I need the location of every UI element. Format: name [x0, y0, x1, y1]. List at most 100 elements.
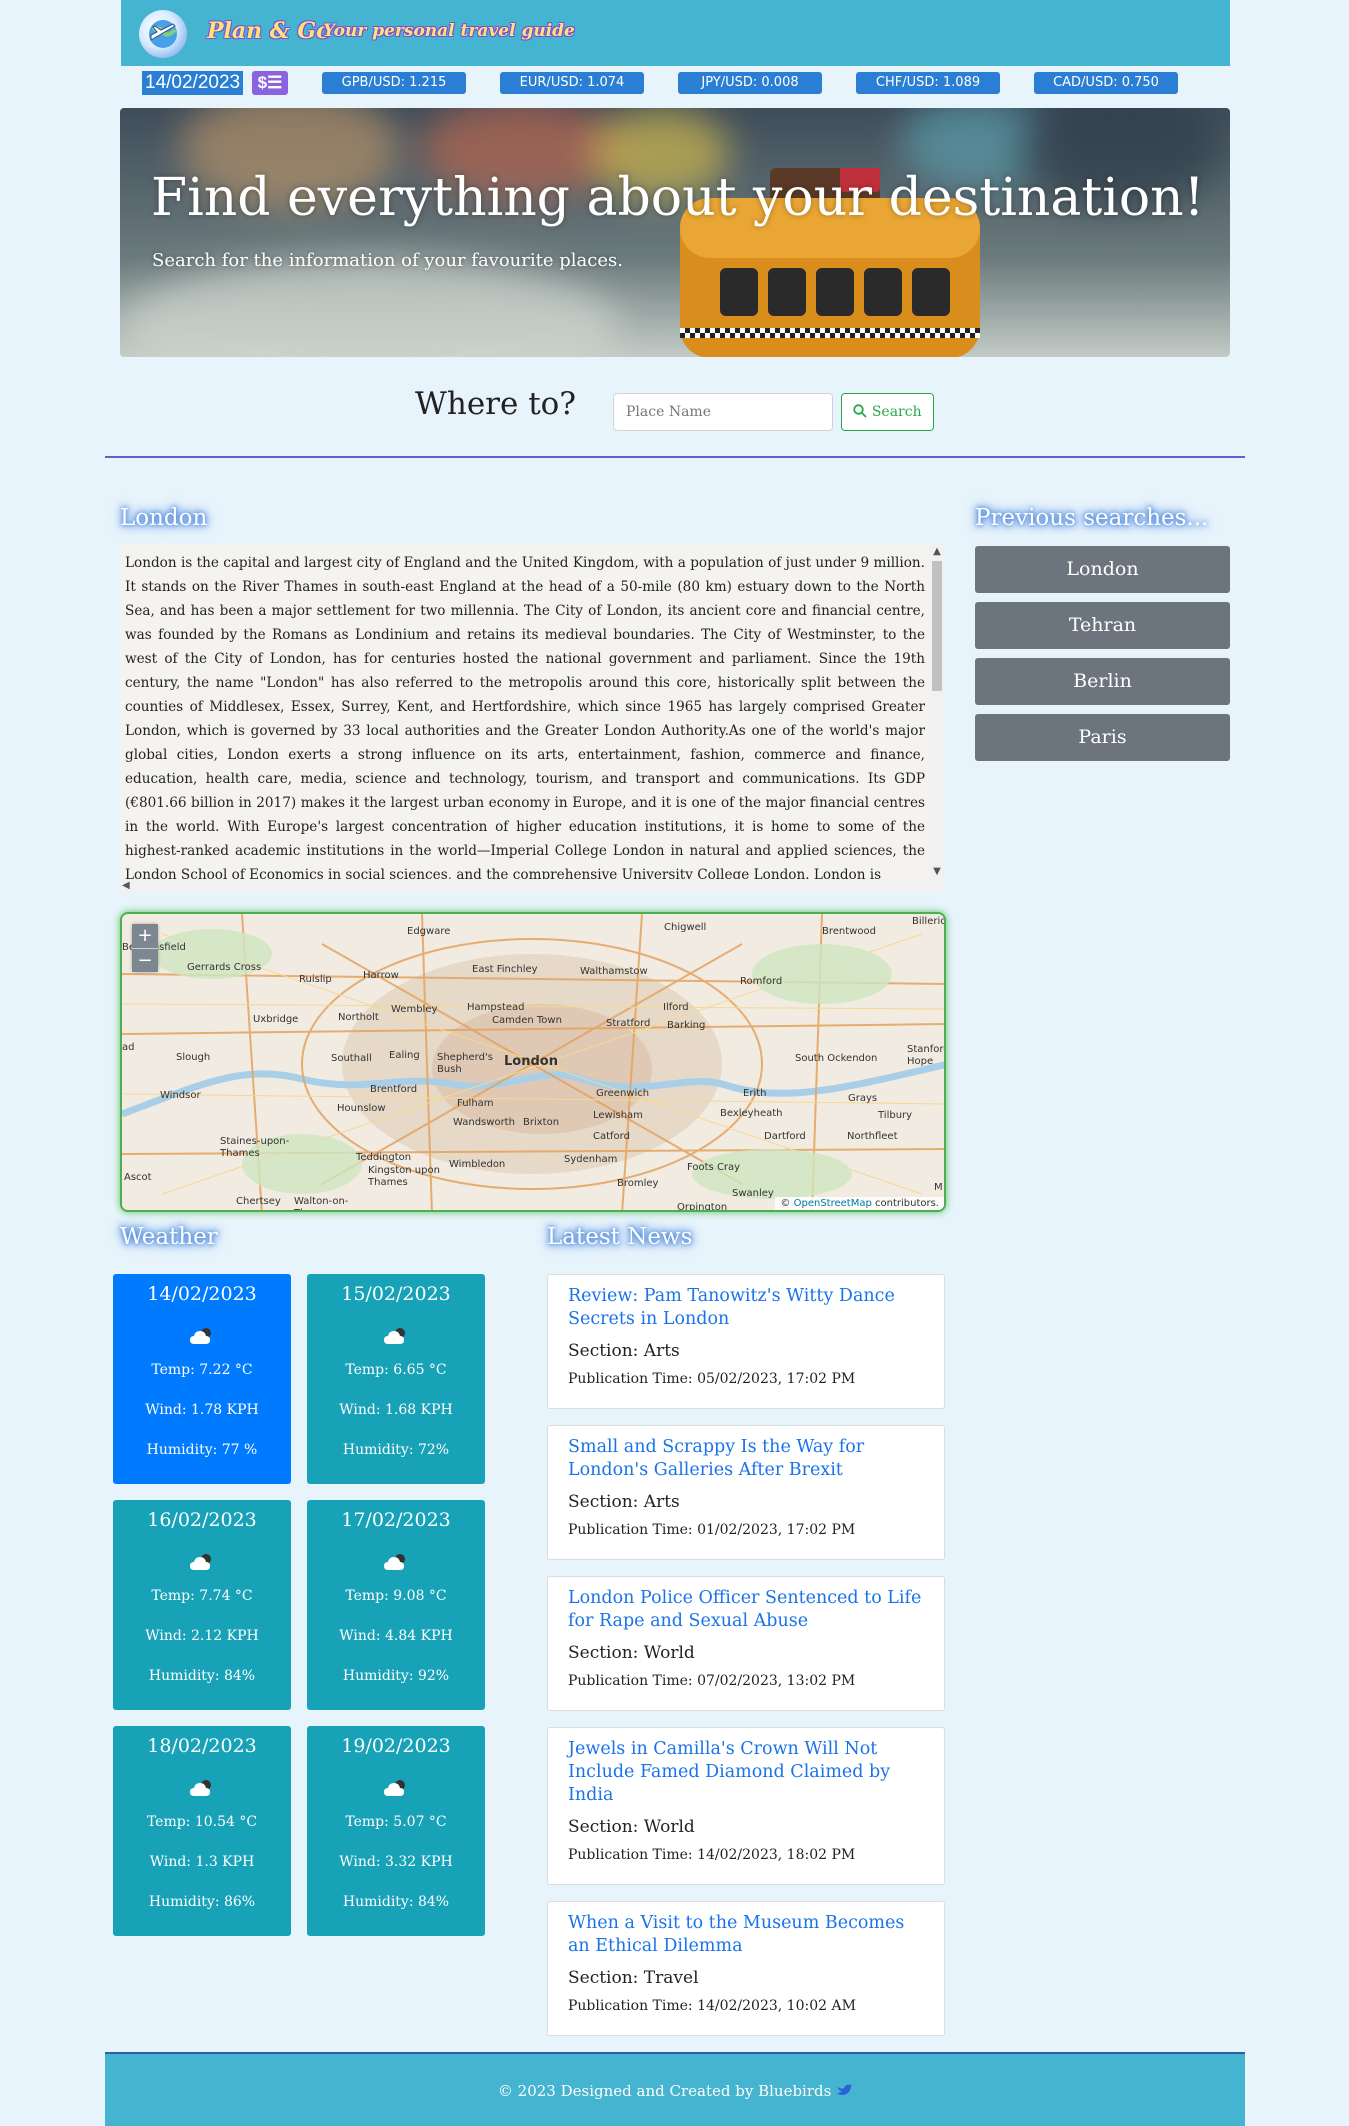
hero-subtitle: Search for the information of your favou…: [152, 250, 623, 271]
news-section: Section: Arts: [568, 1341, 680, 1361]
news-publication-time: Publication Time: 01/02/2023, 17:02 PM: [568, 1522, 856, 1538]
news-publication-time: Publication Time: 14/02/2023, 10:02 AM: [568, 1998, 856, 2014]
weather-humidity: Humidity: 72%: [342, 1442, 450, 1458]
weather-temp: Temp: 7.22 °C: [151, 1362, 253, 1378]
weather-temp: Temp: 5.07 °C: [345, 1814, 447, 1830]
map-zoom-control: + −: [132, 924, 158, 972]
weather-humidity: Humidity: 77 %: [146, 1442, 258, 1458]
weather-humidity: Humidity: 84%: [148, 1668, 256, 1684]
location-map[interactable]: Edgware Chigwell Brentwood Billericay Ge…: [120, 912, 946, 1212]
weather-wind: Wind: 2.12 KPH: [145, 1628, 259, 1644]
weather-day-card: 14/02/2023 Temp: 7.22 °C Wind: 1.78 KPH Hum…: [113, 1274, 291, 1484]
map-label: Tilbury: [878, 1110, 913, 1121]
zoom-in-button[interactable]: +: [132, 924, 158, 948]
attribution-suffix: contributors.: [875, 1198, 939, 1209]
cloud-icon: [307, 1324, 485, 1348]
logo-globe-plane-icon[interactable]: [139, 10, 187, 58]
map-label: Wandsworth: [453, 1117, 515, 1128]
footer-text: © 2023 Designed and Created by Bluebirds: [497, 2082, 832, 2100]
previous-search-button[interactable]: Paris: [975, 714, 1230, 761]
map-label: Wembley: [391, 1004, 438, 1015]
map-label: Erith: [743, 1088, 767, 1099]
news-title-link[interactable]: London Police Officer Sentenced to Life …: [568, 1587, 928, 1633]
map-attribution: © OpenStreetMap contributors.: [775, 1197, 944, 1210]
map-label: Romford: [740, 976, 783, 987]
weather-day-card: 17/02/2023 Temp: 9.08 °C Wind: 4.84 KPH Hum…: [307, 1500, 485, 1710]
weather-wind: Wind: 4.84 KPH: [339, 1628, 453, 1644]
weather-date: 18/02/2023: [147, 1735, 257, 1757]
map-label: Dartford: [764, 1131, 806, 1142]
weather-day-card: 15/02/2023 Temp: 6.65 °C Wind: 1.68 KPH Hum…: [307, 1274, 485, 1484]
news-title-link[interactable]: Jewels in Camilla's Crown Will Not Inclu…: [568, 1738, 928, 1807]
map-label: Foots Cray: [687, 1162, 741, 1173]
rate-badge-eur: EUR/USD: 1.074: [500, 72, 644, 94]
map-label: Ilford: [663, 1002, 689, 1013]
news-card: Small and Scrappy Is the Way for London'…: [547, 1425, 945, 1560]
scroll-left-arrow-icon[interactable]: ◀: [122, 879, 130, 893]
weather-date: 17/02/2023: [341, 1509, 451, 1531]
map-label: Kingston upon Thames: [368, 1165, 440, 1188]
map-label: Northolt: [338, 1012, 379, 1023]
news-publication-time: Publication Time: 05/02/2023, 17:02 PM: [568, 1371, 856, 1387]
map-label: M: [934, 1182, 943, 1193]
site-footer: © 2023 Designed and Created by Bluebirds: [105, 2052, 1245, 2126]
previous-search-button[interactable]: London: [975, 546, 1230, 593]
cloud-icon: [307, 1550, 485, 1574]
map-label: Chigwell: [664, 922, 707, 933]
weather-humidity: Humidity: 84%: [342, 1894, 450, 1910]
weather-day-card: 19/02/2023 Temp: 5.07 °C Wind: 3.32 KPH Hum…: [307, 1726, 485, 1936]
map-label: Lewisham: [593, 1110, 643, 1121]
map-label: Stanford Hope: [907, 1044, 946, 1067]
previous-search-button[interactable]: Tehran: [975, 602, 1230, 649]
cloud-icon: [113, 1324, 291, 1348]
map-label: Swanley: [732, 1188, 774, 1199]
footer-credit: © 2023 Designed and Created by Bluebirds: [105, 2082, 1245, 2100]
cloud-icon: [113, 1776, 291, 1800]
search-button[interactable]: Search: [841, 393, 934, 431]
place-title: London: [120, 505, 208, 531]
news-title-link[interactable]: When a Visit to the Museum Becomes an Et…: [568, 1912, 928, 1958]
map-label: Harrow: [363, 970, 399, 981]
previous-searches-heading: Previous searches...: [975, 505, 1209, 531]
search-label: Where to?: [415, 386, 576, 422]
description-vertical-scrollbar[interactable]: ▲ ▼: [929, 545, 945, 893]
map-label: Hampstead: [467, 1002, 525, 1013]
rate-badge-jpy: JPY/USD: 0.008: [678, 72, 822, 94]
map-label: Fulham: [457, 1098, 494, 1109]
section-divider: [105, 456, 1245, 458]
site-header: Plan & Go Your personal travel guide: [121, 0, 1230, 66]
cloud-icon: [113, 1550, 291, 1574]
map-label: Uxbridge: [253, 1014, 299, 1025]
map-label: Sydenham: [564, 1154, 618, 1165]
scroll-down-arrow-icon[interactable]: ▼: [929, 865, 945, 879]
map-label: Greenwich: [596, 1088, 650, 1099]
scrollbar-thumb[interactable]: [932, 561, 942, 691]
description-horizontal-scrollbar[interactable]: ◀: [120, 879, 929, 893]
map-label: ad: [122, 1042, 135, 1053]
weather-temp: Temp: 9.08 °C: [345, 1588, 447, 1604]
zoom-out-button[interactable]: −: [132, 948, 158, 972]
brand-name[interactable]: Plan & Go: [207, 18, 331, 44]
map-label: Edgware: [407, 926, 451, 937]
map-label: Slough: [176, 1052, 211, 1063]
map-label: Wimbledon: [449, 1159, 506, 1170]
place-description-box[interactable]: London is the capital and largest city o…: [120, 545, 945, 893]
rate-badge-cad: CAD/USD: 0.750: [1034, 72, 1178, 94]
map-label: Northfleet: [847, 1131, 898, 1142]
place-search-input[interactable]: [613, 393, 833, 431]
map-label: Staines-upon-Thames: [220, 1136, 290, 1159]
openstreetmap-link[interactable]: OpenStreetMap: [794, 1198, 872, 1209]
news-card: Jewels in Camilla's Crown Will Not Inclu…: [547, 1727, 945, 1885]
map-label: Walton-on-Thames: [294, 1196, 349, 1210]
rate-badge-chf: CHF/USD: 1.089: [856, 72, 1000, 94]
map-label: Billericay: [912, 916, 946, 927]
news-title-link[interactable]: Review: Pam Tanowitz's Witty Dance Secre…: [568, 1285, 928, 1331]
scroll-up-arrow-icon[interactable]: ▲: [929, 545, 945, 559]
previous-search-button[interactable]: Berlin: [975, 658, 1230, 705]
news-title-link[interactable]: Small and Scrappy Is the Way for London'…: [568, 1436, 928, 1482]
current-date: 14/02/2023: [142, 71, 244, 95]
news-card: Review: Pam Tanowitz's Witty Dance Secre…: [547, 1274, 945, 1409]
weather-date: 16/02/2023: [147, 1509, 257, 1531]
currency-toggle-button[interactable]: $☰: [252, 71, 288, 95]
search-icon: [853, 404, 871, 420]
